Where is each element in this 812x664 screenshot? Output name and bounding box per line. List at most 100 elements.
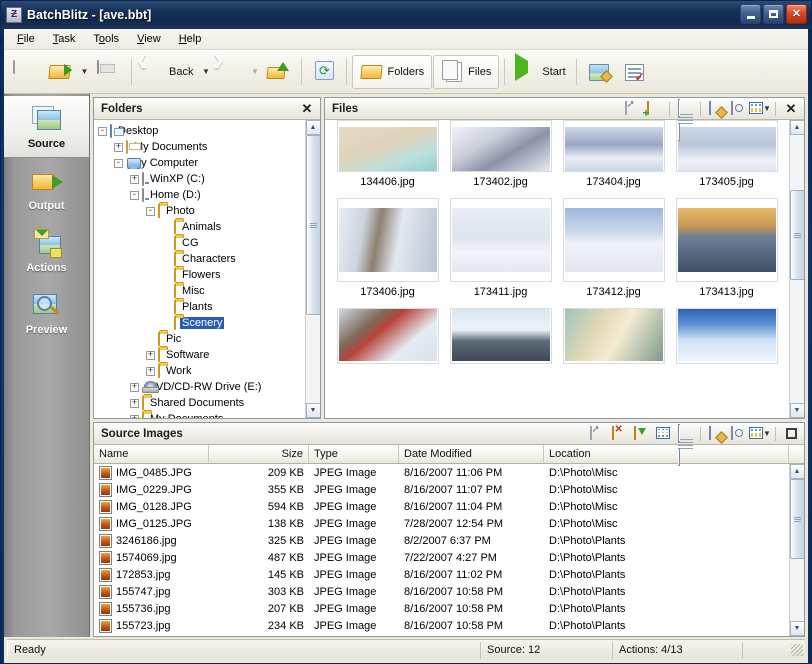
- thumbnail-frame[interactable]: [337, 308, 439, 364]
- thumbnail-frame[interactable]: [676, 120, 778, 172]
- files-scrollbar[interactable]: ▲ ▼: [789, 120, 804, 418]
- column-header-location[interactable]: Location: [544, 445, 789, 463]
- rail-item-actions[interactable]: Actions: [4, 220, 89, 282]
- forward-dropdown-button[interactable]: ▼: [248, 53, 261, 91]
- save-button[interactable]: [92, 53, 126, 91]
- tree-node[interactable]: -My Computer: [98, 155, 305, 171]
- tree-node[interactable]: +My Documents: [98, 139, 305, 155]
- preview-button[interactable]: [728, 425, 748, 443]
- tree-node[interactable]: +WinXP (C:): [98, 171, 305, 187]
- table-row[interactable]: 155723.jpg234 KBJPEG Image8/16/2007 10:5…: [94, 617, 789, 634]
- table-row[interactable]: IMG_0125.JPG138 KBJPEG Image7/28/2007 12…: [94, 515, 789, 532]
- tree-node[interactable]: Flowers: [98, 267, 305, 283]
- folders-toggle-button[interactable]: Folders: [352, 55, 432, 89]
- thumbnail-frame[interactable]: [563, 120, 665, 172]
- edit-button[interactable]: [706, 425, 726, 443]
- files-panel-close-button[interactable]: ✕: [781, 100, 801, 118]
- table-row[interactable]: 155747.jpg303 KBJPEG Image8/16/2007 10:5…: [94, 583, 789, 600]
- thumbnail-frame[interactable]: [450, 308, 552, 364]
- thumbnail-frame[interactable]: [450, 120, 552, 172]
- forward-button[interactable]: ❯: [213, 53, 247, 91]
- thumbnail-item[interactable]: 173413.jpg: [670, 198, 783, 298]
- table-row[interactable]: IMG_0128.JPG594 KBJPEG Image8/16/2007 11…: [94, 498, 789, 515]
- rail-item-source[interactable]: Source: [4, 96, 89, 158]
- thumbnail-frame[interactable]: [676, 308, 778, 364]
- sort-button[interactable]: [653, 425, 673, 443]
- close-button[interactable]: ✕: [786, 4, 807, 24]
- tree-toggle-icon[interactable]: +: [130, 399, 139, 408]
- thumbnail-frame[interactable]: [337, 120, 439, 172]
- source-scrollbar[interactable]: ▲ ▼: [789, 464, 804, 636]
- resize-grip-icon[interactable]: [791, 644, 803, 656]
- scroll-down-button[interactable]: ▼: [790, 621, 805, 636]
- maximize-button[interactable]: [763, 4, 784, 24]
- tree-node[interactable]: +Software: [98, 347, 305, 363]
- thumbnail-item[interactable]: 173402.jpg: [444, 120, 557, 188]
- open-button[interactable]: [43, 53, 77, 91]
- table-row[interactable]: 155736.jpg207 KBJPEG Image8/16/2007 10:5…: [94, 600, 789, 617]
- folders-scrollbar[interactable]: ▲ ▼: [305, 120, 320, 418]
- thumbnail-item[interactable]: [557, 308, 670, 364]
- tree-toggle-icon[interactable]: -: [130, 191, 139, 200]
- folder-tree[interactable]: -Desktop+My Documents-My Computer+WinXP …: [94, 120, 305, 418]
- thumbnail-item[interactable]: [444, 308, 557, 364]
- thumbnail-item[interactable]: [331, 308, 444, 364]
- tree-node[interactable]: -Photo: [98, 203, 305, 219]
- start-button[interactable]: Start: [510, 53, 570, 91]
- tree-node[interactable]: +My Documents: [98, 411, 305, 418]
- table-row[interactable]: IMG_0485.JPG209 KBJPEG Image8/16/2007 11…: [94, 464, 789, 481]
- view-mode-button[interactable]: ▼: [750, 100, 770, 118]
- table-row[interactable]: 1574069.jpg487 KBJPEG Image7/22/2007 4:2…: [94, 549, 789, 566]
- menu-file[interactable]: FFileile: [8, 30, 44, 48]
- tree-node[interactable]: Scenery: [98, 315, 305, 331]
- source-list-rows[interactable]: IMG_0485.JPG209 KBJPEG Image8/16/2007 11…: [94, 464, 789, 636]
- thumbnail-frame[interactable]: [337, 198, 439, 282]
- files-scroll-track[interactable]: [790, 135, 805, 403]
- refresh-button[interactable]: ⟳: [307, 53, 341, 91]
- files-scroll-thumb[interactable]: [790, 190, 805, 280]
- scroll-up-button[interactable]: ▲: [790, 120, 805, 135]
- source-panel-restore-button[interactable]: [781, 425, 801, 443]
- folders-scroll-track[interactable]: [306, 135, 321, 403]
- thumbnail-frame[interactable]: [676, 198, 778, 282]
- column-header-size[interactable]: Size: [209, 445, 309, 463]
- table-row[interactable]: 172853.jpg145 KBJPEG Image8/16/2007 11:0…: [94, 566, 789, 583]
- thumbnails-area[interactable]: 134406.jpg173402.jpg173404.jpg173405.jpg…: [325, 120, 804, 418]
- tree-node[interactable]: -Home (D:): [98, 187, 305, 203]
- tree-toggle-icon[interactable]: -: [98, 127, 107, 136]
- up-one-level-button[interactable]: [262, 53, 296, 91]
- thumbnail-item[interactable]: 134406.jpg: [331, 120, 444, 188]
- menu-task[interactable]: Task: [44, 30, 85, 48]
- details-button[interactable]: [675, 100, 695, 118]
- thumbnail-item[interactable]: 173411.jpg: [444, 198, 557, 298]
- tree-toggle-icon[interactable]: +: [130, 415, 139, 419]
- thumbnail-item[interactable]: 173412.jpg: [557, 198, 670, 298]
- folders-panel-close-button[interactable]: ✕: [297, 100, 317, 118]
- source-scroll-thumb[interactable]: [790, 479, 805, 559]
- back-dropdown-button[interactable]: ▼: [199, 53, 212, 91]
- scroll-down-button[interactable]: ▼: [790, 403, 805, 418]
- column-header-type[interactable]: Type: [309, 445, 399, 463]
- source-scroll-track[interactable]: [790, 479, 805, 621]
- rail-item-preview[interactable]: Preview: [4, 282, 89, 344]
- filter-button[interactable]: [631, 425, 651, 443]
- table-row[interactable]: 3246186.jpg325 KBJPEG Image8/2/2007 6:37…: [94, 532, 789, 549]
- column-header-date[interactable]: Date Modified: [399, 445, 544, 463]
- table-row[interactable]: IMG_0229.JPG355 KBJPEG Image8/16/2007 11…: [94, 481, 789, 498]
- minimize-button[interactable]: [740, 4, 761, 24]
- preview-button[interactable]: [728, 100, 748, 118]
- thumbnail-frame[interactable]: [450, 198, 552, 282]
- thumbnail-grid[interactable]: 134406.jpg173402.jpg173404.jpg173405.jpg…: [325, 120, 789, 418]
- thumbnail-item[interactable]: [670, 308, 783, 364]
- tree-node[interactable]: +Work: [98, 363, 305, 379]
- scroll-up-button[interactable]: ▲: [790, 464, 805, 479]
- tree-toggle-icon[interactable]: +: [146, 351, 155, 360]
- menu-tools[interactable]: Tools: [84, 30, 128, 48]
- tree-node[interactable]: +DVD/CD-RW Drive (E:): [98, 379, 305, 395]
- tree-node[interactable]: -Desktop: [98, 123, 305, 139]
- menu-help[interactable]: Help: [170, 30, 211, 48]
- scroll-up-button[interactable]: ▲: [306, 120, 321, 135]
- add-all-button[interactable]: [644, 100, 664, 118]
- view-mode-button[interactable]: ▼: [750, 425, 770, 443]
- thumbnail-item[interactable]: 173406.jpg: [331, 198, 444, 298]
